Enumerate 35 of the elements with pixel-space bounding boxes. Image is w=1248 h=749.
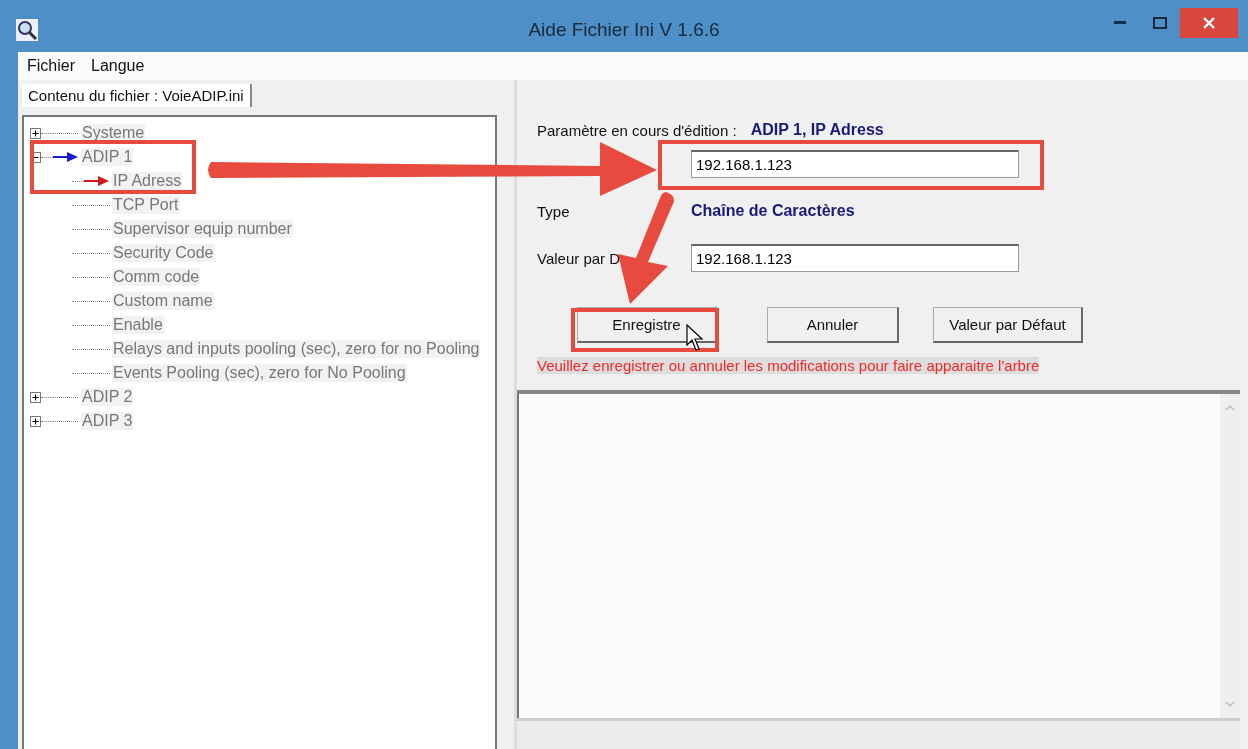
tree-node[interactable]: ADIP 1 — [81, 148, 134, 166]
cursor-icon — [686, 324, 706, 352]
field-label: Type — [537, 202, 571, 220]
menu-item[interactable]: Fichier — [27, 57, 75, 75]
tree-node[interactable]: Supervisor equip number — [112, 220, 293, 238]
type-value: Chaîne de Caractères — [691, 202, 855, 220]
value-field[interactable]: 192.168.1.123 — [691, 150, 1019, 178]
warning-message: Veuillez enregistrer ou annuler les modifications pour faire apparaitre l'arbre — [537, 357, 1040, 374]
field-label: Valeur par D — [537, 249, 622, 267]
parameter-name: ADIP 1, IP Adress — [750, 121, 884, 139]
maximize-icon — [1153, 17, 1167, 29]
tree-node[interactable]: ADIP 2 — [81, 388, 134, 406]
tree-node[interactable]: TCP Port — [112, 196, 180, 214]
tree-node[interactable]: ADIP 3 — [81, 412, 134, 430]
tree-node[interactable]: Relays and inputs pooling (sec), zero for no Pooling — [112, 340, 481, 358]
tree-node[interactable]: Custom name — [112, 292, 214, 310]
minimize-icon — [1114, 21, 1126, 25]
file-tab[interactable]: Contenu du fichier : VoieADIP.ini — [22, 84, 252, 107]
menu-item[interactable]: Langue — [91, 57, 145, 75]
default-value-field[interactable]: 192.168.1.123 — [691, 244, 1019, 272]
close-button[interactable] — [1180, 8, 1238, 38]
expand-icon[interactable] — [30, 127, 41, 139]
field-label: Paramètre en cours d'édition : — [537, 121, 737, 139]
expand-icon[interactable] — [30, 415, 41, 427]
dialog-button[interactable]: Valeur par Défaut — [933, 307, 1083, 343]
tree-node[interactable]: Enable — [112, 316, 164, 334]
tree-node[interactable]: IP Adress — [112, 172, 183, 190]
expand-icon[interactable] — [30, 391, 41, 403]
tree-node[interactable]: Events Pooling (sec), zero for No Pooling — [112, 364, 407, 382]
magnifier-icon — [16, 19, 38, 41]
tree-node[interactable]: Comm code — [112, 268, 201, 286]
close-icon — [1203, 17, 1215, 29]
tree-node[interactable]: Security Code — [112, 244, 215, 262]
window-title: Aide Fichier Ini V 1.6.6 — [528, 19, 720, 41]
dialog-button[interactable]: Annuler — [767, 307, 899, 343]
